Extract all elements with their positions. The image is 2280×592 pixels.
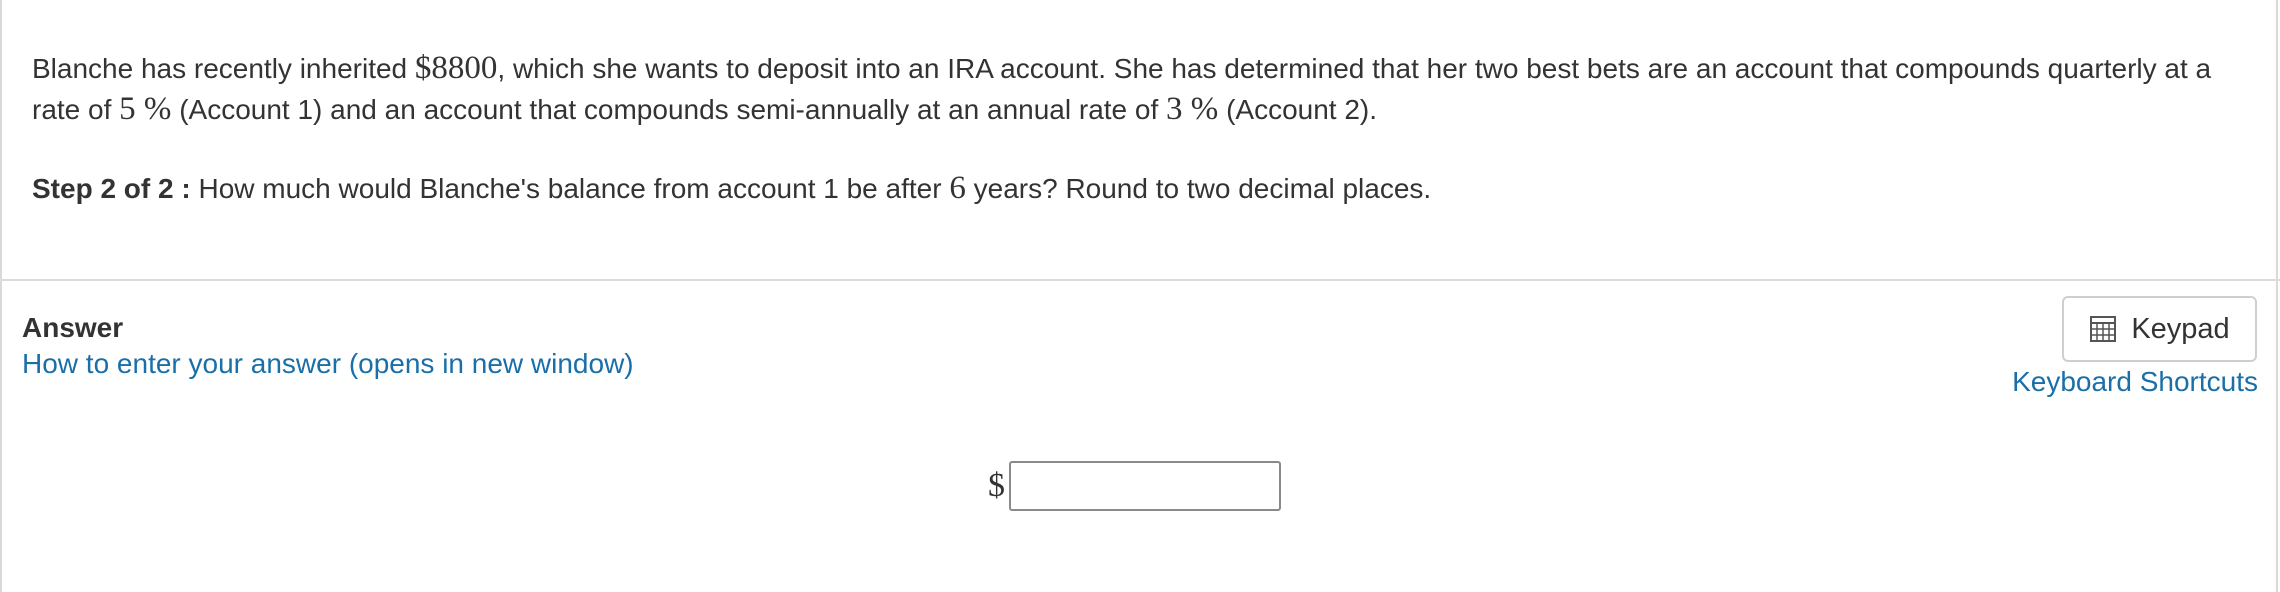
- question-text-part-1: Blanche has recently inherited: [32, 53, 415, 84]
- calculator-icon: [2089, 315, 2117, 343]
- keypad-button[interactable]: Keypad: [2062, 296, 2257, 362]
- step-text-part-1: How much would Blanche's balance from ac…: [190, 173, 950, 204]
- section-divider: [0, 279, 2280, 281]
- inherited-amount: $8800: [414, 50, 498, 86]
- question-panel: Blanche has recently inherited $8800, wh…: [32, 48, 2252, 209]
- years-value: 6: [949, 170, 966, 206]
- answer-input[interactable]: [1009, 461, 1281, 511]
- account-1-rate: 5 %: [119, 91, 172, 127]
- currency-symbol: $: [988, 467, 1005, 504]
- step-text-part-2: years? Round to two decimal places.: [965, 173, 1432, 204]
- how-to-enter-answer-link[interactable]: How to enter your answer (opens in new w…: [22, 348, 634, 380]
- answer-input-row: $: [988, 461, 1281, 511]
- question-text: Blanche has recently inherited $8800, wh…: [32, 48, 2252, 130]
- answer-title: Answer: [22, 312, 124, 343]
- account-2-rate: 3 %: [1166, 91, 1219, 127]
- question-text-part-3: (Account 1) and an account that compound…: [171, 94, 1167, 125]
- step-label: Step 2 of 2 :: [32, 173, 191, 204]
- keyboard-shortcuts-link[interactable]: Keyboard Shortcuts: [2012, 366, 2258, 398]
- question-text-part-4: (Account 2).: [1218, 94, 1378, 125]
- keypad-label: Keypad: [2131, 312, 2230, 345]
- step-prompt: Step 2 of 2 : How much would Blanche's b…: [32, 168, 2252, 209]
